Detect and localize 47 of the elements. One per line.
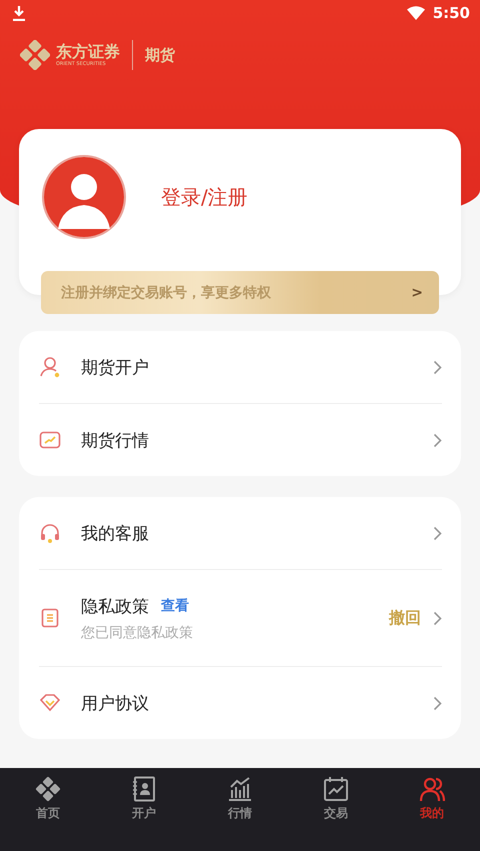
person-icon [39,356,61,378]
document-icon [39,607,61,629]
menu-label: 期货行情 [81,430,149,452]
logo-icon [20,40,50,70]
login-register-link[interactable]: 登录/注册 [161,184,248,210]
tab-item[interactable]: 开户 [96,776,192,822]
chevron-icon [433,696,442,710]
tab-label: 我的 [420,805,444,822]
calendar-chart-icon [323,776,349,802]
grid-icon [35,776,61,802]
brand-name: 东方证券 [56,42,120,60]
tab-item[interactable]: 我的 [384,776,480,822]
brand-section: 期货 [145,46,175,64]
wifi-icon [406,6,425,20]
menu-item[interactable]: 期货行情 [39,404,442,476]
tab-label: 开户 [132,805,156,822]
menu-item[interactable]: 期货开户 [39,331,442,403]
menu-label: 隐私政策 [81,596,149,618]
download-icon [12,5,26,21]
chevron-icon [433,432,442,448]
tab-label: 首页 [36,805,60,822]
people-icon [419,776,445,802]
banner-arrow: > [411,284,423,300]
menu-item[interactable]: 我的客服 [39,497,442,569]
menu-subtitle: 您已同意隐私政策 [81,624,194,642]
chevron-icon [433,526,442,540]
chevron-icon [433,360,442,374]
tab-item[interactable]: 首页 [0,776,96,822]
chart-icon [39,429,61,451]
banner-text: 注册并绑定交易账号，享更多特权 [61,284,271,302]
contact-book-icon [131,776,157,802]
headset-icon [39,522,61,544]
diamond-icon [39,692,61,714]
view-link[interactable]: 查看 [161,597,189,615]
tab-item[interactable]: 交易 [288,776,384,822]
menu-label: 用户协议 [81,692,149,714]
tab-label: 行情 [228,805,252,822]
menu-label: 我的客服 [81,522,149,544]
menu-item[interactable]: 用户协议 [39,667,442,739]
bar-chart-icon [227,776,253,802]
menu-label: 期货开户 [81,356,149,378]
tab-label: 交易 [324,805,348,822]
status-time: 5:50 [432,4,470,22]
register-banner[interactable]: 注册并绑定交易账号，享更多特权 > [41,271,439,314]
menu-item[interactable]: 隐私政策 查看 您已同意隐私政策 撤回 [39,570,442,666]
tab-item[interactable]: 行情 [192,776,288,822]
chevron-icon [433,610,442,626]
